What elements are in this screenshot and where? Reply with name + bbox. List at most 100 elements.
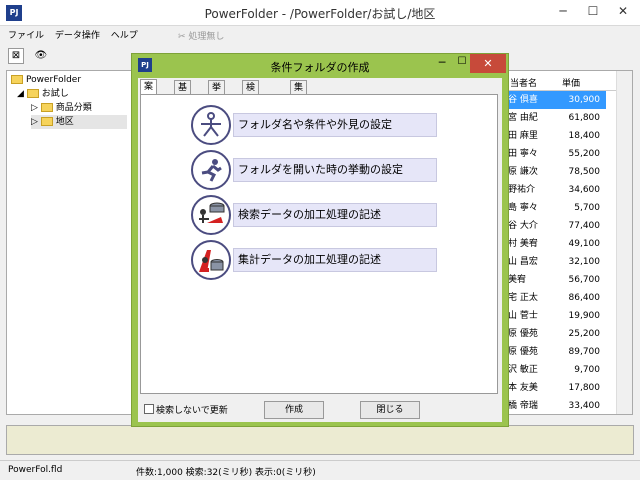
list-row[interactable]: 橋 帝瑞 33,400 — [506, 397, 606, 414]
tab-search-processing[interactable]: 検索処理 — [242, 80, 260, 135]
list-row[interactable]: 原 優苑 89,700 — [506, 343, 606, 361]
list-row[interactable]: 沢 敏正 9,700 — [506, 361, 606, 379]
option-label[interactable]: 検索データの加工処理の記述 — [233, 203, 437, 227]
column-header-price[interactable]: 単価 — [562, 76, 580, 89]
layout-icon[interactable]: ⊠ — [8, 48, 24, 64]
dialog-maximize-button[interactable]: ☐ — [452, 56, 472, 72]
option-search-processing[interactable]: 検索データの加工処理の記述 — [191, 195, 451, 235]
cell-name: 原 優苑 — [508, 347, 538, 357]
collapse-arrow-icon[interactable]: ▷ — [31, 103, 38, 113]
tab-aggregate-processing[interactable]: 集計処理 — [290, 80, 308, 135]
option-label[interactable]: フォルダを開いた時の挙動の設定 — [233, 158, 437, 182]
tree-item-region[interactable]: ▷ 地区 — [31, 115, 127, 129]
option-label[interactable]: 集計データの加工処理の記述 — [233, 248, 437, 272]
list-row[interactable]: 田 寧々 55,200 — [506, 145, 606, 163]
cell-price: 33,400 — [568, 401, 601, 411]
eye-icon[interactable]: 👁 — [33, 49, 49, 65]
list-row[interactable]: 島 寧々 5,700 — [506, 199, 606, 217]
tab-behavior[interactable]: 挙動 — [208, 80, 226, 107]
tree-item-label: お試し — [41, 89, 69, 99]
tree-item-root[interactable]: PowerFolder — [11, 73, 81, 87]
minimize-button[interactable]: ─ — [548, 0, 578, 22]
detail-pane — [6, 425, 634, 455]
list-row[interactable]: 谷 大介 77,400 — [506, 217, 606, 235]
tree-item-otameshi[interactable]: ◢ お試し — [17, 87, 69, 101]
menu-file[interactable]: ファイル — [8, 31, 44, 41]
cell-name: 山 菅士 — [508, 311, 538, 321]
create-button[interactable]: 作成 — [264, 401, 324, 419]
checkbox-label: 検索しないで更新 — [156, 406, 228, 416]
column-header-name[interactable]: 当者名 — [510, 76, 537, 89]
list-row[interactable]: 本 友美 17,800 — [506, 379, 606, 397]
list-row[interactable]: 宮 由紀 61,800 — [506, 109, 606, 127]
expand-arrow-icon[interactable]: ◢ — [17, 89, 24, 99]
list-row[interactable]: 原 謙次 78,500 — [506, 163, 606, 181]
cell-name: 田 麻里 — [508, 131, 538, 141]
option-name-condition[interactable]: フォルダ名や条件や外見の設定 — [191, 105, 451, 145]
tab-basic[interactable]: 基本 — [174, 80, 192, 107]
option-open-behavior[interactable]: フォルダを開いた時の挙動の設定 — [191, 150, 451, 190]
cell-price: 9,700 — [574, 365, 600, 375]
cell-price: 49,100 — [568, 239, 601, 249]
dialog-footer: 検索しないで更新 作成 閉じる — [140, 398, 498, 420]
tree-item-label: 商品分類 — [55, 103, 92, 113]
cell-price: 34,600 — [568, 185, 601, 195]
list-header: 当者名 単価 — [506, 71, 632, 91]
collapse-arrow-icon[interactable]: ▷ — [31, 117, 38, 127]
tree-item-label: 地区 — [55, 117, 74, 127]
cell-price: 19,900 — [568, 311, 601, 321]
list-row[interactable]: 谷 俱喜 30,900 — [506, 91, 606, 109]
menu-help[interactable]: ヘルプ — [111, 31, 138, 41]
cell-price: 5,700 — [574, 203, 600, 213]
folder-icon — [40, 117, 53, 126]
cell-price: 78,500 — [568, 167, 601, 177]
folder-icon — [26, 89, 39, 98]
cell-name: 野祐介 — [508, 185, 536, 195]
tree-item-label: PowerFolder — [26, 75, 82, 85]
worker-search-icon[interactable] — [191, 195, 231, 235]
close-button[interactable]: ✕ — [608, 0, 638, 22]
dialog-body: 案内 基本 挙動 検索処理 集計処理 フォルダ名や条件や外見の設定 フォルダを開… — [138, 78, 502, 422]
cell-price: 86,400 — [568, 293, 601, 303]
cell-name: 原 優苑 — [508, 329, 538, 339]
cell-name: 宅 正太 — [508, 293, 538, 303]
list-row[interactable]: 原 優苑 25,200 — [506, 325, 606, 343]
cell-name: 谷 大介 — [508, 221, 538, 231]
vertical-scrollbar[interactable] — [616, 71, 632, 414]
cell-price: 18,400 — [568, 131, 601, 141]
list-row[interactable]: 山 菅士 19,900 — [506, 307, 606, 325]
dialog-minimize-button[interactable]: ─ — [432, 56, 452, 72]
option-aggregate-processing[interactable]: 集計データの加工処理の記述 — [191, 240, 451, 280]
runner-icon[interactable] — [191, 150, 231, 190]
toolbar-hint-label: 処理無し — [188, 32, 225, 42]
menu-data[interactable]: データ操作 — [55, 31, 100, 41]
cell-name: 美宥 — [508, 275, 527, 285]
tree-item-category[interactable]: ▷ 商品分類 — [31, 101, 92, 115]
cell-price: 30,900 — [568, 95, 601, 105]
dialog-close-button[interactable]: ✕ — [470, 54, 506, 73]
dialog-title-bar: PJ 条件フォルダの作成 ─ ☐ ✕ — [132, 54, 508, 76]
option-label[interactable]: フォルダ名や条件や外見の設定 — [233, 113, 437, 137]
worker-aggregate-icon[interactable] — [191, 240, 231, 280]
folder-tree: PowerFolder ◢ お試し ▷ 商品分類 ▷ 地区 — [6, 70, 134, 415]
list-row[interactable]: 山 昌宏 32,100 — [506, 253, 606, 271]
cell-name: 本 友美 — [508, 383, 538, 393]
toolbar-hint: ✂ 処理無し — [178, 32, 225, 42]
create-folder-dialog: PJ 条件フォルダの作成 ─ ☐ ✕ 案内 基本 挙動 検索処理 集計処理 フォ… — [131, 53, 509, 427]
record-list: 当者名 単価 谷 俱喜 30,900 宮 由紀 61,800 田 麻里 18,400 田 寧… — [505, 70, 633, 415]
update-without-search-checkbox[interactable] — [144, 404, 154, 414]
list-row[interactable]: 野祐介 34,600 — [506, 181, 606, 199]
list-row[interactable]: 村 美宥 49,100 — [506, 235, 606, 253]
list-row[interactable]: 美宥 56,700 — [506, 271, 606, 289]
cell-price: 17,800 — [568, 383, 601, 393]
list-row[interactable]: 田 麻里 18,400 — [506, 127, 606, 145]
list-row[interactable]: 宅 正太 86,400 — [506, 289, 606, 307]
maximize-button[interactable]: ☐ — [578, 0, 608, 22]
cell-name: 宮 由紀 — [508, 113, 538, 123]
close-dialog-button[interactable]: 閉じる — [360, 401, 420, 419]
cell-name: 沢 敏正 — [508, 365, 538, 375]
person-icon[interactable] — [191, 105, 231, 145]
cell-name: 島 寧々 — [508, 203, 538, 213]
cell-name: 原 謙次 — [508, 167, 538, 177]
cell-price: 55,200 — [568, 149, 601, 159]
